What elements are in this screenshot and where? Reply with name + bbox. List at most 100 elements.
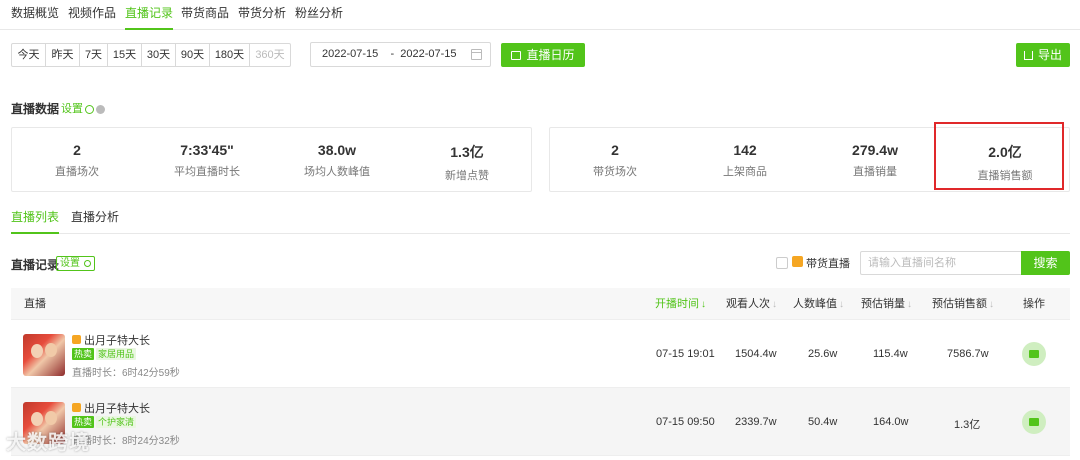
stat-value: 279.4w <box>852 142 898 158</box>
view-count: 2339.7w <box>735 416 777 428</box>
stat-label: 平均直播时长 <box>174 166 240 178</box>
range-7d[interactable]: 7天 <box>80 44 108 66</box>
category-tag: 个护家清 <box>96 416 137 428</box>
table-row[interactable]: 出月子特大长 热卖 家居用品 直播时长：6时42分59秒 07-15 19:01… <box>11 320 1070 388</box>
live-data-title: 直播数据 <box>11 102 60 116</box>
col-sales[interactable]: 预估销量 ↓ <box>861 288 912 320</box>
export-button[interactable]: 导出 <box>1016 43 1070 67</box>
table-row[interactable]: 出月子特大长 热卖 个护家清 直播时长：8时24分32秒 07-15 09:50… <box>11 388 1070 456</box>
live-room-name[interactable]: 出月子特大长 <box>84 400 150 416</box>
gear-icon <box>83 259 91 267</box>
search-input[interactable] <box>860 251 1022 275</box>
top-tabs: 数据概览 视频作品 直播记录 带货商品 带货分析 粉丝分析 <box>0 0 1080 30</box>
goods-bag-icon <box>792 256 803 267</box>
stat-value: 38.0w <box>317 142 357 158</box>
tab-goods[interactable]: 带货商品 <box>181 5 229 30</box>
records-setting-button[interactable]: 设置 <box>56 256 95 271</box>
tab-video-works[interactable]: 视频作品 <box>68 5 116 30</box>
live-room-name[interactable]: 出月子特大长 <box>84 332 150 348</box>
live-records-title: 直播记录 <box>11 258 60 272</box>
stat-value: 142 <box>733 142 757 158</box>
date-range-selector: 今天 昨天 7天 15天 30天 90天 180天 360天 <box>11 43 291 67</box>
range-yesterday[interactable]: 昨天 <box>46 44 80 66</box>
range-180d[interactable]: 180天 <box>210 44 250 66</box>
hot-tag: 热卖 <box>72 348 95 360</box>
stat-value: 1.3亿 <box>450 144 484 160</box>
upload-icon <box>1023 51 1033 61</box>
stat-live-sales: 279.4w 直播销量 <box>810 128 940 191</box>
tab-live-analysis[interactable]: 直播分析 <box>71 208 119 234</box>
estimated-sales: 164.0w <box>873 416 909 428</box>
stat-listed-goods: 142 上架商品 <box>680 128 810 191</box>
stat-label: 新增点赞 <box>445 170 489 182</box>
table-header: 直播 开播时间 ↓ 观看人次 ↓ 人数峰值 ↓ 预估销量 ↓ 预估销售额 ↓ 操作 <box>11 288 1070 320</box>
date-range-picker[interactable]: 2022-07-15 - 2022-07-15 <box>310 42 491 67</box>
stat-label: 直播销量 <box>853 166 897 178</box>
live-calendar-label: 直播日历 <box>526 48 575 62</box>
date-range-value: 2022-07-15 - 2022-07-15 <box>322 48 457 60</box>
avatar <box>23 334 65 376</box>
stat-value: 2 <box>73 142 81 158</box>
video-icon[interactable] <box>1022 410 1046 434</box>
search-button[interactable]: 搜索 <box>1021 251 1070 275</box>
tab-goods-analysis[interactable]: 带货分析 <box>238 5 286 30</box>
category-tag: 家居用品 <box>96 348 137 360</box>
tab-fans-analysis[interactable]: 粉丝分析 <box>295 5 343 30</box>
estimated-sales: 115.4w <box>873 348 908 360</box>
video-icon[interactable] <box>1022 342 1046 366</box>
range-90d[interactable]: 90天 <box>176 44 210 66</box>
start-time: 07-15 09:50 <box>656 416 715 428</box>
live-data-setting[interactable]: 设置 <box>61 100 105 116</box>
col-views[interactable]: 观看人次 ↓ <box>726 288 777 320</box>
records-setting-label: 设置 <box>60 258 80 269</box>
start-time: 07-15 19:01 <box>656 348 715 360</box>
tab-live-records[interactable]: 直播记录 <box>125 5 174 30</box>
goods-live-label: 带货直播 <box>806 258 850 270</box>
stat-label: 直播场次 <box>55 166 99 178</box>
tab-data-overview[interactable]: 数据概览 <box>11 5 59 30</box>
col-revenue-label: 预估销售额 <box>932 298 987 310</box>
sort-icon: ↓ <box>989 299 994 310</box>
calendar-icon <box>471 49 482 60</box>
col-peak[interactable]: 人数峰值 ↓ <box>793 288 844 320</box>
sort-down-icon: ↓ <box>701 299 706 310</box>
goods-bag-icon <box>72 335 81 344</box>
sort-icon: ↓ <box>907 299 912 310</box>
goods-live-checkbox[interactable] <box>776 257 788 269</box>
watermark: 大数跨境 <box>6 432 90 454</box>
info-icon <box>96 104 105 114</box>
stat-avg-duration: 7:33'45" 平均直播时长 <box>142 128 272 191</box>
range-360d[interactable]: 360天 <box>250 44 290 66</box>
stat-value: 2 <box>611 142 619 158</box>
sort-icon: ↓ <box>772 299 777 310</box>
goods-bag-icon <box>72 403 81 412</box>
calendar-icon <box>511 51 522 61</box>
estimated-revenue: 7586.7w <box>947 348 989 360</box>
col-views-label: 观看人次 <box>726 298 770 310</box>
col-sales-label: 预估销量 <box>861 298 905 310</box>
sub-tabs: 直播列表 直播分析 <box>11 204 1070 234</box>
stat-new-likes: 1.3亿 新增点赞 <box>402 128 532 191</box>
stat-label: 场均人数峰值 <box>304 166 370 178</box>
stat-goods-live-count: 2 带货场次 <box>550 128 680 191</box>
stat-label: 带货场次 <box>593 166 637 178</box>
stat-live-count: 2 直播场次 <box>12 128 142 191</box>
tab-live-list[interactable]: 直播列表 <box>11 208 60 234</box>
highlight-box <box>934 122 1064 190</box>
col-peak-label: 人数峰值 <box>793 298 837 310</box>
peak-count: 50.4w <box>808 416 838 428</box>
live-duration: 直播时长：6时42分59秒 <box>72 368 180 379</box>
range-15d[interactable]: 15天 <box>108 44 142 66</box>
view-count: 1504.4w <box>735 348 777 360</box>
col-revenue[interactable]: 预估销售额 ↓ <box>932 288 994 320</box>
col-start-time-label: 开播时间 <box>655 298 699 310</box>
live-stats-card: 2 直播场次 7:33'45" 平均直播时长 38.0w 场均人数峰值 1.3亿… <box>11 127 532 192</box>
stat-value: 7:33'45" <box>180 142 234 158</box>
stat-label: 上架商品 <box>723 166 767 178</box>
peak-count: 25.6w <box>808 348 838 360</box>
live-calendar-button[interactable]: 直播日历 <box>501 43 585 67</box>
range-30d[interactable]: 30天 <box>142 44 176 66</box>
col-start-time[interactable]: 开播时间 ↓ <box>655 288 706 320</box>
range-today[interactable]: 今天 <box>12 44 46 66</box>
col-actions: 操作 <box>1023 298 1045 310</box>
